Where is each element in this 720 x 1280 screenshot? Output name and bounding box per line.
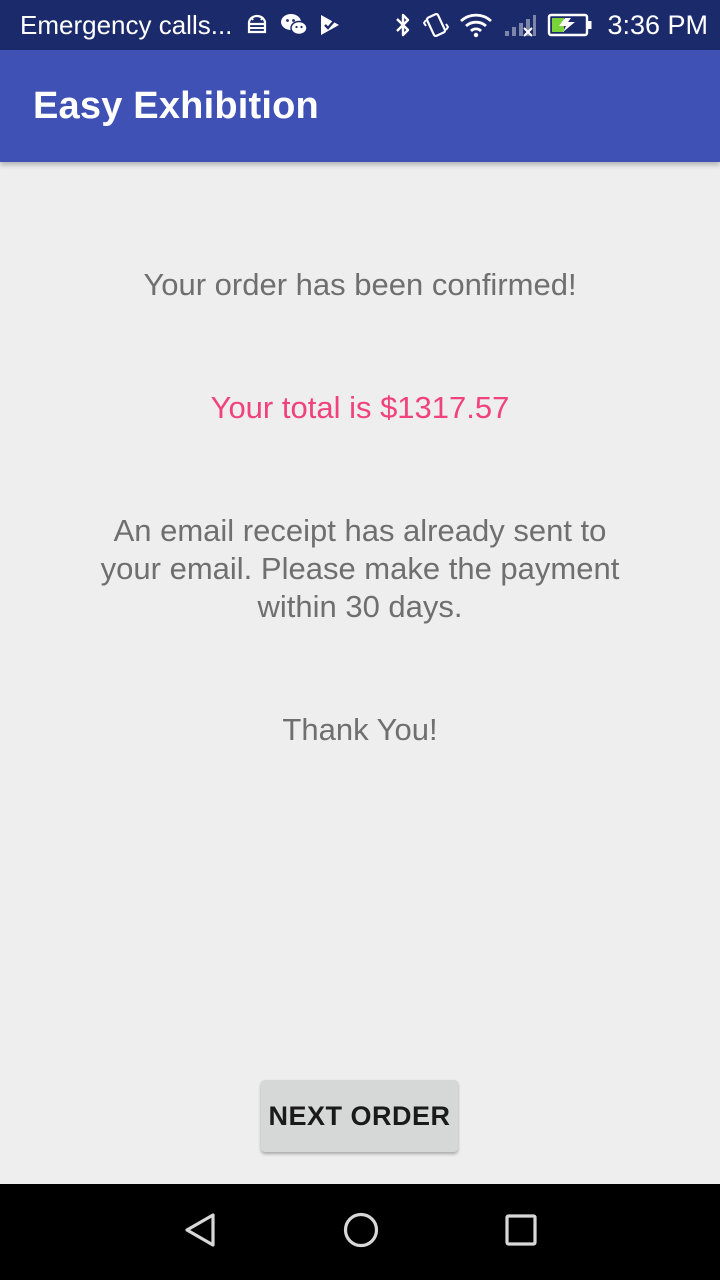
- vibrate-icon: [423, 11, 450, 39]
- nav-recents-button[interactable]: [461, 1184, 581, 1280]
- order-total-text: Your total is $1317.57: [210, 390, 510, 425]
- status-right: 3:36 PM: [393, 10, 708, 41]
- recents-icon: [501, 1210, 541, 1255]
- app-title: Easy Exhibition: [33, 84, 319, 127]
- app-bar: Easy Exhibition: [0, 50, 720, 162]
- wechat-icon: [280, 12, 309, 38]
- email-receipt-text: An email receipt has already sent to you…: [100, 513, 620, 624]
- status-left: Emergency calls...: [20, 10, 393, 41]
- thank-you-text: Thank You!: [282, 712, 438, 747]
- play-store-icon: [318, 12, 342, 38]
- signal-icon: [503, 12, 537, 38]
- notification-text: Emergency calls...: [20, 9, 233, 40]
- bluetooth-icon: [393, 11, 413, 39]
- nav-back-button[interactable]: [141, 1184, 261, 1280]
- nav-home-button[interactable]: [301, 1184, 421, 1280]
- next-order-button[interactable]: NEXT ORDER: [261, 1080, 458, 1152]
- screen: Emergency calls... 3:36 PM Easy Exhibiti…: [0, 0, 720, 1280]
- order-confirmed-text: Your order has been confirmed!: [143, 267, 577, 302]
- notification-icons: [244, 12, 342, 38]
- navigation-bar: [0, 1184, 720, 1280]
- android-debug-icon: [244, 12, 270, 38]
- wifi-icon: [459, 12, 493, 38]
- back-icon: [181, 1210, 221, 1255]
- battery-charging-icon: [547, 12, 593, 38]
- home-icon: [341, 1210, 381, 1255]
- status-time: 3:36 PM: [607, 9, 708, 40]
- status-bar: Emergency calls... 3:36 PM: [0, 0, 720, 50]
